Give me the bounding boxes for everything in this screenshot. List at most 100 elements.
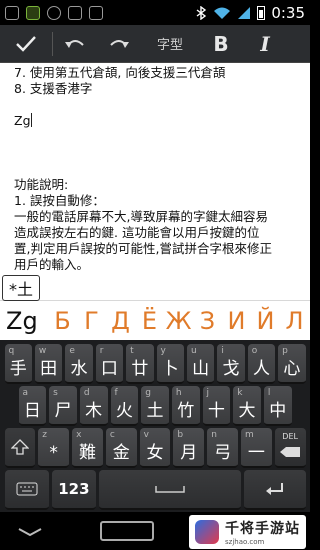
keyboard-icon (16, 482, 38, 496)
key-hint: l (267, 388, 271, 398)
key-n[interactable]: n弓 (207, 428, 238, 468)
key-a[interactable]: a日 (18, 386, 47, 426)
key-hint: w (38, 346, 47, 356)
key-z[interactable]: z * (38, 428, 70, 468)
space-key[interactable] (99, 470, 241, 510)
key-f[interactable]: f火 (110, 386, 139, 426)
back-button[interactable] (0, 521, 60, 542)
watermark-title: 千将手游站 (225, 521, 300, 537)
home-button[interactable] (100, 521, 154, 541)
key-label: 土 (146, 401, 164, 421)
signal-icon (238, 6, 251, 19)
key-label: 山 (192, 359, 210, 379)
key-label: 月 (180, 443, 198, 463)
candidate-item[interactable]: Ё (135, 307, 164, 335)
redo-button[interactable] (97, 25, 141, 63)
android-notification-icon (26, 5, 40, 20)
key-v[interactable]: v女 (139, 428, 171, 468)
composing-text[interactable]: Zg (0, 307, 48, 335)
key-c[interactable]: c金 (105, 428, 137, 468)
doc-line: 一般的電話屏幕不大,導致屏幕的字鍵太細容易 (14, 209, 268, 224)
backspace-icon (280, 447, 301, 457)
key-hint: q (8, 346, 15, 356)
keyboard-settings-key[interactable] (4, 470, 49, 510)
key-o[interactable]: o人 (247, 344, 276, 384)
candidate-item[interactable]: И (222, 307, 251, 335)
key-label: 心 (283, 359, 301, 379)
key-r[interactable]: r口 (95, 344, 124, 384)
key-label: 難 (78, 443, 96, 463)
key-hint: r (99, 346, 104, 356)
key-t[interactable]: t廿 (126, 344, 154, 384)
bold-button[interactable]: B (199, 25, 243, 63)
candidate-item[interactable]: Д (106, 307, 135, 335)
shift-key[interactable] (4, 428, 36, 468)
key-label: 大 (238, 401, 256, 421)
text-cursor (30, 113, 32, 127)
key-hint: g (145, 388, 151, 398)
doc-line: 置,判定用戶誤按的可能性,嘗試拼合字根來修正 (14, 241, 272, 256)
key-label: 木 (85, 401, 103, 421)
key-p[interactable]: p心 (278, 344, 306, 384)
key-b[interactable]: b月 (173, 428, 205, 468)
keyboard-row-2: a日s尸d木f火g土h竹j十k大l中 (3, 386, 307, 426)
undo-button[interactable] (53, 25, 97, 63)
key-i[interactable]: i戈 (217, 344, 245, 384)
font-button[interactable]: 字型 (141, 25, 199, 63)
doc-line (14, 161, 310, 177)
document-editor[interactable]: 7. 使用第五代倉頡, 向後支援三代倉頡 8. 支援香港字 Zg 功能說明: 1… (0, 63, 310, 300)
key-label: 弓 (214, 443, 232, 463)
key-y[interactable]: y卜 (156, 344, 184, 384)
key-g[interactable]: g土 (141, 386, 169, 426)
key-hint: h (175, 388, 182, 398)
candidate-item[interactable]: Л (280, 307, 309, 335)
italic-button[interactable]: I (243, 25, 287, 63)
key-h[interactable]: h竹 (171, 386, 200, 426)
doc-line: 7. 使用第五代倉頡, 向後支援三代倉頡 (14, 65, 226, 80)
image-notification-icon (89, 5, 103, 20)
candidate-item[interactable]: Ж (164, 307, 193, 335)
key-hint: o (251, 346, 258, 356)
space-icon (155, 486, 185, 493)
key-label: 人 (252, 359, 270, 379)
doc-line (14, 129, 310, 145)
doc-line: 用戶的輸入。 (14, 257, 90, 272)
enter-key[interactable] (243, 470, 306, 510)
status-bar: 0:35 (0, 0, 310, 25)
key-hint: f (114, 388, 118, 398)
key-s[interactable]: s尸 (49, 386, 77, 426)
watermark-url: szjhao.com (225, 538, 265, 546)
key-hint: k (237, 388, 243, 398)
key-m[interactable]: m一 (240, 428, 272, 468)
doc-current-text: Zg (14, 113, 31, 128)
key-hint: n (211, 430, 217, 440)
candidate-item[interactable]: З (193, 307, 222, 335)
key-label: * (49, 443, 58, 463)
key-d[interactable]: d木 (79, 386, 108, 426)
key-w[interactable]: w田 (34, 344, 63, 384)
keyboard-row-1: q手w田e水r口t廿y卜u山i戈o人p心 (3, 344, 307, 384)
done-button[interactable] (0, 25, 52, 63)
shift-icon (10, 439, 29, 455)
keyboard: q手w田e水r口t廿y卜u山i戈o人p心 a日s尸d木f火g土h竹j十k大l中 … (0, 340, 310, 512)
delete-key[interactable]: DEL (274, 428, 306, 468)
watermark-logo: 千将手游站 szjhao.com (189, 515, 306, 549)
candidate-item[interactable]: Б (48, 307, 77, 335)
key-e[interactable]: e水 (65, 344, 93, 384)
candidate-item[interactable]: Й (251, 307, 280, 335)
status-time: 0:35 (271, 3, 305, 22)
numeric-key[interactable]: 123 (51, 470, 96, 510)
key-label: 口 (100, 359, 118, 379)
candidate-item[interactable]: Г (77, 307, 106, 335)
key-label: 日 (23, 401, 41, 421)
key-x[interactable]: x難 (72, 428, 103, 468)
delete-key-label: DEL (282, 432, 298, 441)
key-k[interactable]: k大 (233, 386, 261, 426)
key-hint: i (221, 346, 224, 356)
key-j[interactable]: j十 (202, 386, 231, 426)
key-l[interactable]: l中 (263, 386, 292, 426)
key-q[interactable]: q手 (4, 344, 32, 384)
key-hint: b (177, 430, 184, 440)
keyboard-row-3: z * x 難 c 金 v 女 b 月 n 弓 m 一 DEL (3, 428, 307, 468)
key-u[interactable]: u山 (186, 344, 215, 384)
